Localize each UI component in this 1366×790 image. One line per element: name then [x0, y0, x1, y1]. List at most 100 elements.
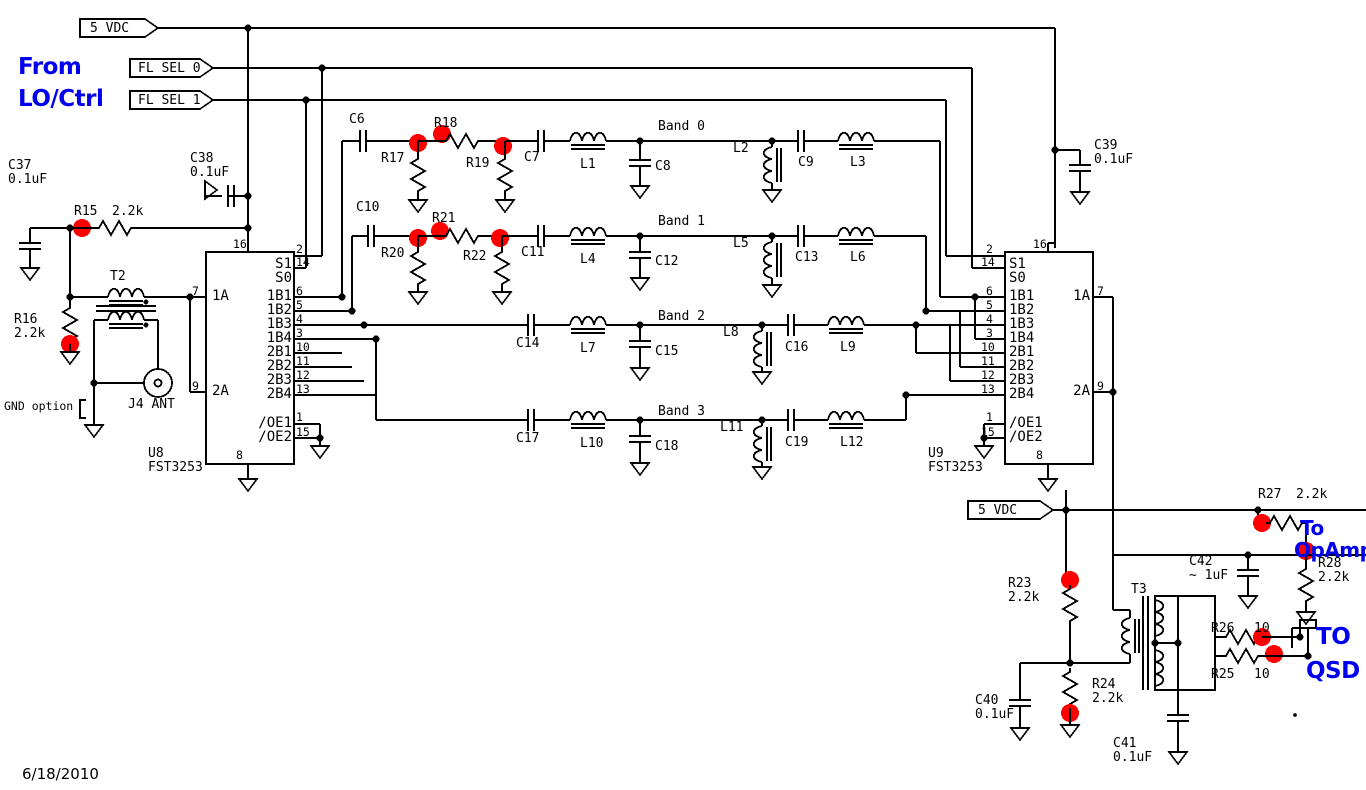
label-r16-value: 2.2k: [14, 326, 46, 341]
label-band3-l10: L10: [580, 436, 604, 451]
label-band1-r20: R20: [381, 246, 405, 261]
u9-pin-num-15: 15: [981, 425, 995, 439]
u9-pin-num-5: 5: [986, 298, 993, 312]
u8-pin-num-7: 7: [192, 284, 199, 298]
label-band0-c8: C8: [655, 159, 671, 174]
label-band0-l2: L2: [733, 141, 749, 156]
label-c40-ref: C40: [975, 693, 999, 708]
u8-part: FST3253: [148, 460, 203, 475]
port-label-5vdc-top[interactable]: 5 VDC: [90, 22, 129, 35]
label-band2-c16: C16: [785, 340, 809, 355]
u9-pin-num-6: 6: [986, 284, 993, 298]
label-band1-l4: L4: [580, 252, 596, 267]
u8-pin-name-oe2: /OE2: [258, 429, 292, 445]
label-band0-r18: R18: [434, 116, 458, 131]
label-r27-ref: R27: [1258, 487, 1282, 502]
annotation-to-opamp-line1: To: [1300, 516, 1324, 540]
u8-pin-num-16: 16: [233, 237, 247, 251]
port-label-flsel1[interactable]: FL SEL 1: [138, 94, 201, 107]
label-band2-name: Band 2: [658, 309, 705, 324]
label-r27-value: 2.2k: [1296, 487, 1328, 502]
u9-pin-num-8: 8: [1036, 448, 1043, 462]
label-c37-value: 0.1uF: [8, 172, 48, 187]
label-band0-c9: C9: [798, 155, 814, 170]
schematic-canvas: 5 VDC FL SEL 0 FL SEL 1 5 VDC From LO/Ct…: [0, 0, 1366, 790]
u9-pin-num-7: 7: [1097, 284, 1104, 298]
label-r23-value: 2.2k: [1008, 590, 1040, 605]
u8-pin-num-3: 3: [296, 326, 303, 340]
label-c42-ref: C42: [1189, 554, 1213, 569]
label-r26-value: 10: [1254, 621, 1270, 636]
label-band1-c10: C10: [356, 200, 380, 215]
label-band2-l9: L9: [840, 340, 856, 355]
label-gnd-option: GND option: [4, 399, 74, 413]
label-c42-value: ~ 1uF: [1189, 568, 1229, 583]
u8-pin-num-10: 10: [296, 340, 310, 354]
label-band3-name: Band 3: [658, 404, 705, 419]
label-r15: R15: [74, 204, 98, 219]
label-c39-ref: C39: [1094, 138, 1118, 153]
label-band0-c6: C6: [349, 112, 365, 127]
u8-pin-num-4: 4: [296, 312, 303, 326]
u8-pin-name-s0: S0: [275, 270, 292, 286]
u9-pin-name-2b4: 2B4: [1009, 386, 1035, 402]
u8-pin-num-9: 9: [192, 379, 199, 393]
label-c40-value: 0.1uF: [975, 707, 1015, 722]
label-c37-ref: C37: [8, 158, 32, 173]
label-c41-value: 0.1uF: [1113, 750, 1153, 765]
test-point: [1265, 645, 1283, 663]
label-r28-value: 2.2k: [1318, 570, 1350, 585]
u9-pin-name-2a: 2A: [1073, 383, 1090, 399]
label-c38-value: 0.1uF: [190, 165, 230, 180]
u8-pin-num-15: 15: [296, 425, 310, 439]
label-r23-ref: R23: [1008, 576, 1032, 591]
label-r25-ref: R25: [1211, 667, 1235, 682]
u9-pin-num-13: 13: [981, 382, 995, 396]
u9-pin-name-1a: 1A: [1073, 288, 1090, 304]
u8-pin-num-11: 11: [296, 354, 310, 368]
u9-pin-num-10: 10: [981, 340, 995, 354]
u9-part: FST3253: [928, 460, 983, 475]
u8-pin-name-1a: 1A: [212, 288, 229, 304]
annotation-from-lo-ctrl-line1: From: [18, 54, 82, 80]
u8-pin-name-2b4: 2B4: [266, 386, 292, 402]
label-band1-r22: R22: [463, 249, 487, 264]
label-t3: T3: [1131, 582, 1147, 597]
u8-pin-name-2a: 2A: [212, 383, 229, 399]
label-r28-ref: R28: [1318, 556, 1342, 571]
u8-pin-num-8: 8: [236, 448, 243, 462]
u9-pin-name-s0: S0: [1009, 270, 1026, 286]
label-band1-c11: C11: [521, 245, 545, 260]
label-t2: T2: [110, 269, 126, 284]
label-band2-c15: C15: [655, 344, 679, 359]
label-band1-r21: R21: [432, 211, 456, 226]
label-c41-ref: C41: [1113, 736, 1137, 751]
port-label-flsel0[interactable]: FL SEL 0: [138, 62, 201, 75]
label-j4-ant: J4 ANT: [128, 397, 175, 412]
u9-pin-num-3: 3: [986, 326, 993, 340]
test-point: [491, 229, 509, 247]
u9-pin-num-16: 16: [1033, 237, 1047, 251]
label-band0-l1: L1: [580, 157, 596, 172]
port-label-5vdc-bottom[interactable]: 5 VDC: [978, 504, 1017, 517]
label-band1-c13: C13: [795, 250, 819, 265]
u9-pin-num-12: 12: [981, 368, 995, 382]
label-band3-l12: L12: [840, 435, 864, 450]
u9-pin-name-oe2: /OE2: [1009, 429, 1043, 445]
label-c39-value: 0.1uF: [1094, 152, 1134, 167]
label-r15-value: 2.2k: [112, 204, 144, 219]
label-r16-ref: R16: [14, 312, 38, 327]
u8-pin-num-13: 13: [296, 382, 310, 396]
annotation-from-lo-ctrl-line2: LO/Ctrl: [18, 86, 104, 112]
test-point: [494, 137, 512, 155]
label-band0-r19: R19: [466, 156, 490, 171]
u8-ref: U8: [148, 446, 164, 461]
label-band1-l6: L6: [850, 250, 866, 265]
label-band2-c14: C14: [516, 336, 540, 351]
u9-pin-num-1: 1: [986, 410, 993, 424]
u8-pin-num-12: 12: [296, 368, 310, 382]
label-band1-l5: L5: [733, 236, 749, 251]
u9-pin-num-9: 9: [1097, 379, 1104, 393]
label-band1-name: Band 1: [658, 214, 705, 229]
label-band3-c18: C18: [655, 439, 679, 454]
